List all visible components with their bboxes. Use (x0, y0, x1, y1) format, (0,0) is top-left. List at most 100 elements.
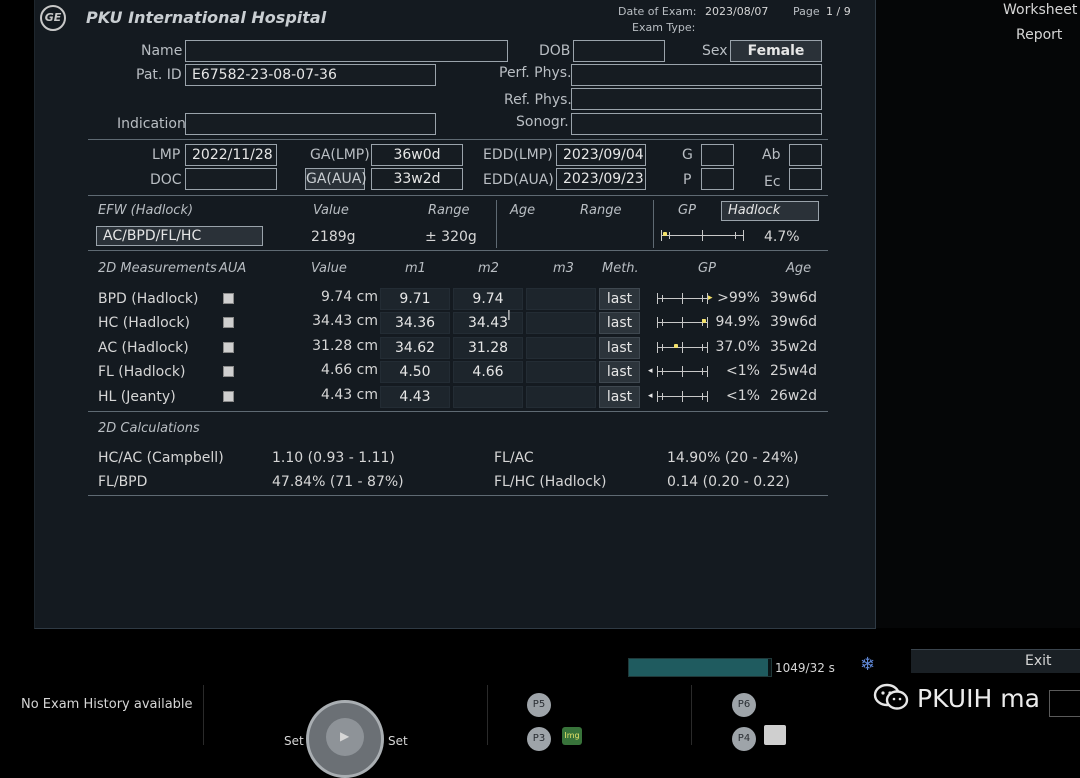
m2-cell[interactable]: 34.43 (453, 312, 523, 334)
m3-cell[interactable] (526, 361, 596, 383)
efw-gp-bar (657, 229, 747, 241)
ab-label: Ab (762, 147, 781, 163)
g-field[interactable] (701, 144, 734, 166)
method-button[interactable]: last (599, 288, 640, 310)
snowflake-icon[interactable]: ❄ (860, 654, 875, 675)
ga-aua-button[interactable]: GA(AUA) (305, 168, 367, 190)
aua-checkbox[interactable] (223, 342, 234, 353)
gp-method-select[interactable]: Hadlock (721, 201, 819, 221)
dob-field[interactable] (573, 40, 665, 62)
gp-bar-marker (662, 232, 667, 236)
name-field[interactable] (185, 40, 508, 62)
edd-lmp-label: EDD(LMP) (483, 147, 553, 163)
age-value: 35w2d (770, 339, 818, 355)
edd-lmp-field[interactable]: 2023/09/04 (556, 144, 646, 166)
divider (496, 200, 497, 248)
age-value: 39w6d (770, 290, 818, 306)
calc-value: 14.90% (20 - 24%) (667, 450, 799, 466)
method-button[interactable]: last (599, 312, 640, 334)
doc-label: DOC (150, 172, 182, 188)
col-meth: Meth. (602, 261, 639, 276)
efw-formula-select[interactable]: AC/BPD/FL/HC (96, 226, 263, 246)
m3-cell[interactable] (526, 337, 596, 359)
divider (691, 685, 692, 745)
set-right-label[interactable]: Set (388, 732, 408, 750)
gp-bar: ◂ (648, 390, 711, 402)
divider (653, 200, 654, 248)
gp-bar-tick (682, 293, 683, 304)
col-m1: m1 (405, 261, 426, 276)
m2-cell[interactable] (453, 386, 523, 408)
set-left-label[interactable]: Set (284, 732, 304, 750)
gp-bar-tick (662, 368, 663, 375)
method-button[interactable]: last (599, 361, 640, 383)
method-button[interactable]: last (599, 337, 640, 359)
sex-field[interactable]: Female (730, 40, 822, 62)
gp-bar: ▸ (653, 292, 713, 304)
ga-lmp-field[interactable]: 36w0d (371, 144, 463, 166)
page-number[interactable]: 1 / 9 (826, 3, 851, 21)
m2-cell[interactable]: 31.28 (453, 337, 523, 359)
page-label: Page (793, 5, 820, 18)
lmp-field[interactable]: 2022/11/28 (185, 144, 277, 166)
gp-value: <1% (726, 363, 760, 379)
gp-bar-tick (707, 317, 708, 328)
ec-field[interactable] (789, 168, 822, 190)
ab-field[interactable] (789, 144, 822, 166)
aua-checkbox[interactable] (223, 391, 234, 402)
print-icon[interactable] (764, 725, 786, 745)
p4-button[interactable]: P4 (732, 727, 756, 751)
m2-cell[interactable]: 9.74 (453, 288, 523, 310)
sonogr-field[interactable] (571, 113, 822, 135)
report-menu-item[interactable]: Report (1016, 26, 1062, 44)
efw-age-header: Age (510, 203, 536, 218)
divider (88, 411, 828, 412)
doc-field[interactable] (185, 168, 277, 190)
aua-checkbox[interactable] (223, 293, 234, 304)
perf-phys-label: Perf. Phys. (499, 65, 572, 81)
efw-gp-value: 4.7% (764, 229, 800, 245)
ga-aua-field[interactable]: 33w2d (371, 168, 463, 190)
edd-aua-field[interactable]: 2023/09/23 (556, 168, 646, 190)
m1-cell[interactable]: 34.62 (380, 337, 450, 359)
efw-value: 2189g (311, 229, 356, 245)
worksheet-menu-item[interactable]: Worksheet (1003, 1, 1077, 19)
img-store-icon[interactable]: Img (562, 727, 582, 745)
pat-id-field[interactable]: E67582-23-08-07-36 (185, 64, 436, 86)
aua-checkbox[interactable] (223, 366, 234, 377)
p6-button[interactable]: P6 (732, 693, 756, 717)
calc-value: 0.14 (0.20 - 0.22) (667, 474, 790, 490)
method-button[interactable]: last (599, 386, 640, 408)
aua-checkbox[interactable] (223, 317, 234, 328)
watermark-box (1049, 690, 1080, 717)
m3-cell[interactable] (526, 386, 596, 408)
m3-cell[interactable] (526, 312, 596, 334)
exit-button[interactable] (911, 649, 1080, 673)
gp-bar-marker (702, 319, 707, 323)
m1-cell[interactable]: 9.71 (380, 288, 450, 310)
m1-cell[interactable]: 4.50 (380, 361, 450, 383)
gp-bar-tick (657, 317, 658, 328)
p5-button[interactable]: P5 (527, 693, 551, 717)
efw-age-range-header: Range (580, 203, 622, 218)
indication-field[interactable] (185, 113, 436, 135)
perf-phys-field[interactable] (571, 64, 822, 86)
gp-bar-tick (669, 232, 671, 239)
m3-cell[interactable] (526, 288, 596, 310)
dob-label: DOB (539, 43, 571, 59)
col-m3: m3 (553, 261, 574, 276)
efw-value-header: Value (313, 203, 349, 218)
ref-phys-field[interactable] (571, 88, 822, 110)
wechat-icon (873, 683, 909, 711)
p3-button[interactable]: P3 (527, 727, 551, 751)
gp-bar-tick (662, 393, 663, 400)
m1-cell[interactable]: 4.43 (380, 386, 450, 408)
gp-bar-tick (707, 366, 708, 377)
m1-cell[interactable]: 34.36 (380, 312, 450, 334)
calc-label: FL/AC (494, 450, 534, 466)
calc-value: 1.10 (0.93 - 1.11) (272, 450, 395, 466)
p-field[interactable] (701, 168, 734, 190)
m2-cell[interactable]: 4.66 (453, 361, 523, 383)
gp-bar-tick (662, 344, 663, 351)
gp-bar-tick (657, 391, 658, 402)
